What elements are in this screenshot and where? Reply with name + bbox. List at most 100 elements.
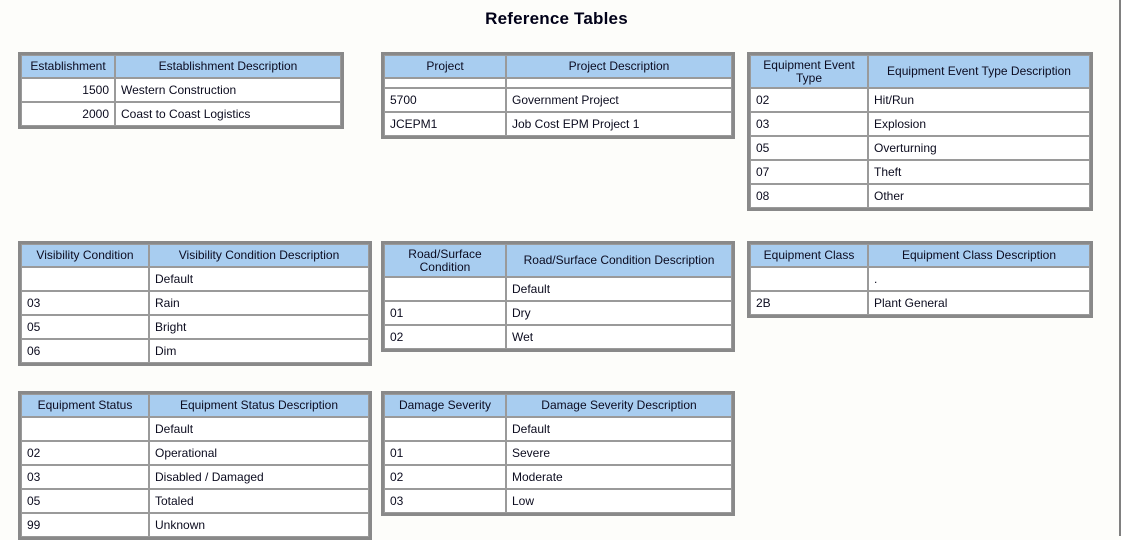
table-row: Default xyxy=(21,267,369,291)
cell-code: 03 xyxy=(384,489,506,513)
cell-description: Theft xyxy=(868,160,1090,184)
table-header-row: Project Project Description xyxy=(384,55,732,78)
column-header-description: Equipment Status Description xyxy=(149,394,369,417)
table-row-group-2: Visibility Condition Visibility Condition… xyxy=(18,241,1108,366)
table-header-row: Damage Severity Damage Severity Descripti… xyxy=(384,394,732,417)
table-slot-establishment: Establishment Establishment Description 15… xyxy=(18,52,381,129)
table-visibility-condition: Visibility Condition Visibility Condition… xyxy=(18,241,372,366)
column-header-code: Damage Severity xyxy=(384,394,506,417)
table-establishment: Establishment Establishment Description 15… xyxy=(18,52,344,129)
cell-description: Western Construction xyxy=(115,78,341,102)
table-header-row: Establishment Establishment Description xyxy=(21,55,341,78)
table-project: Project Project Description 5700 Governmen… xyxy=(381,52,735,139)
table-row: 01 Severe xyxy=(384,441,732,465)
cell-code: 01 xyxy=(384,441,506,465)
table-row: 08 Other xyxy=(750,184,1090,208)
table-header-row: Equipment Event Type Equipment Event Type… xyxy=(750,55,1090,88)
table-row: 05 Totaled xyxy=(21,489,369,513)
cell-code xyxy=(384,277,506,301)
cell-code: 02 xyxy=(21,441,149,465)
cell-description: Dry xyxy=(506,301,732,325)
cell-description: Totaled xyxy=(149,489,369,513)
table-row: 02 Wet xyxy=(384,325,732,349)
table-spacer-cell xyxy=(506,78,732,88)
table-row: 1500 Western Construction xyxy=(21,78,341,102)
cell-code xyxy=(21,267,149,291)
cell-description: Other xyxy=(868,184,1090,208)
cell-description: Job Cost EPM Project 1 xyxy=(506,112,732,136)
page-title: Reference Tables xyxy=(485,9,628,28)
column-header-description: Road/Surface Condition Description xyxy=(506,244,732,277)
table-row: 2000 Coast to Coast Logistics xyxy=(21,102,341,126)
table-row: 05 Overturning xyxy=(750,136,1090,160)
column-header-code: Equipment Event Type xyxy=(750,55,868,88)
table-header-row: Equipment Status Equipment Status Descrip… xyxy=(21,394,369,417)
cell-description: Disabled / Damaged xyxy=(149,465,369,489)
cell-description: Plant General xyxy=(868,291,1090,315)
table-header-row: Road/Surface Condition Road/Surface Condi… xyxy=(384,244,732,277)
table-row: Default xyxy=(384,417,732,441)
cell-code: 02 xyxy=(750,88,868,112)
table-row: 99 Unknown xyxy=(21,513,369,537)
cell-description: Unknown xyxy=(149,513,369,537)
table-row-group-3: Equipment Status Equipment Status Descrip… xyxy=(18,391,1108,540)
column-header-code: Equipment Class xyxy=(750,244,868,267)
table-row: 02 Moderate xyxy=(384,465,732,489)
cell-code: 05 xyxy=(21,489,149,513)
cell-description: Severe xyxy=(506,441,732,465)
cell-description: Government Project xyxy=(506,88,732,112)
table-row: 07 Theft xyxy=(750,160,1090,184)
cell-description: . xyxy=(868,267,1090,291)
table-row: 01 Dry xyxy=(384,301,732,325)
cell-description: Default xyxy=(506,277,732,301)
reference-tables-board: Establishment Establishment Description 15… xyxy=(18,52,1108,540)
column-header-code: Road/Surface Condition xyxy=(384,244,506,277)
cell-description: Default xyxy=(149,417,369,441)
column-header-code: Establishment xyxy=(21,55,115,78)
table-equipment-class: Equipment Class Equipment Class Descripti… xyxy=(747,241,1093,318)
cell-description: Wet xyxy=(506,325,732,349)
table-slot-project: Project Project Description 5700 Governmen… xyxy=(381,52,747,139)
table-slot-road-surface-condition: Road/Surface Condition Road/Surface Condi… xyxy=(381,241,747,352)
table-row: 03 Explosion xyxy=(750,112,1090,136)
cell-description: Overturning xyxy=(868,136,1090,160)
table-slot-visibility-condition: Visibility Condition Visibility Condition… xyxy=(18,241,381,366)
table-equipment-status: Equipment Status Equipment Status Descrip… xyxy=(18,391,372,540)
table-spacer-cell xyxy=(384,78,506,88)
cell-description: Coast to Coast Logistics xyxy=(115,102,341,126)
cell-code: 02 xyxy=(384,325,506,349)
cell-description: Moderate xyxy=(506,465,732,489)
cell-code: 99 xyxy=(21,513,149,537)
table-header-row: Equipment Class Equipment Class Descripti… xyxy=(750,244,1090,267)
cell-description: Explosion xyxy=(868,112,1090,136)
column-header-description: Project Description xyxy=(506,55,732,78)
column-header-code: Visibility Condition xyxy=(21,244,149,267)
table-damage-severity: Damage Severity Damage Severity Descripti… xyxy=(381,391,735,516)
cell-description: Rain xyxy=(149,291,369,315)
table-slot-equipment-class: Equipment Class Equipment Class Descripti… xyxy=(747,241,1097,318)
table-row: 03 Rain xyxy=(21,291,369,315)
table-row: 02 Hit/Run xyxy=(750,88,1090,112)
cell-description: Dim xyxy=(149,339,369,363)
table-header-row: Visibility Condition Visibility Condition… xyxy=(21,244,369,267)
column-header-code: Project xyxy=(384,55,506,78)
cell-code xyxy=(21,417,149,441)
column-header-description: Equipment Event Type Description xyxy=(868,55,1090,88)
column-header-description: Establishment Description xyxy=(115,55,341,78)
cell-code: 2B xyxy=(750,291,868,315)
table-row: JCEPM1 Job Cost EPM Project 1 xyxy=(384,112,732,136)
table-row: 2B Plant General xyxy=(750,291,1090,315)
table-spacer-row xyxy=(384,78,732,88)
table-slot-damage-severity: Damage Severity Damage Severity Descripti… xyxy=(381,391,747,516)
table-row: 06 Dim xyxy=(21,339,369,363)
table-row: 03 Disabled / Damaged xyxy=(21,465,369,489)
table-row: Default xyxy=(384,277,732,301)
cell-code: 07 xyxy=(750,160,868,184)
cell-code: 03 xyxy=(750,112,868,136)
cell-description: Low xyxy=(506,489,732,513)
cell-description: Default xyxy=(149,267,369,291)
table-row: 05 Bright xyxy=(21,315,369,339)
cell-code: 2000 xyxy=(21,102,115,126)
cell-code: 1500 xyxy=(21,78,115,102)
cell-description: Hit/Run xyxy=(868,88,1090,112)
